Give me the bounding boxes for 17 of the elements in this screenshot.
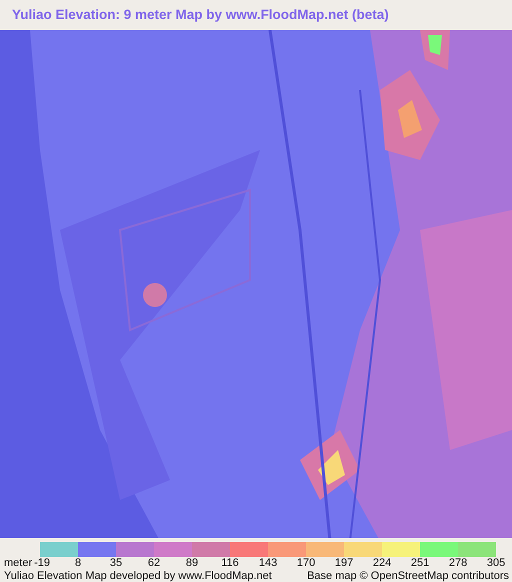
tick-label: 62: [146, 557, 162, 570]
tick-label: 305: [486, 557, 506, 570]
tick-label: 278: [448, 557, 468, 570]
tick-label: -19: [34, 557, 50, 570]
tick-label: 224: [372, 557, 392, 570]
tick-label: 35: [108, 557, 124, 570]
credit-text: Yuliao Elevation Map developed by www.FloodMap.net: [4, 570, 272, 582]
unit-label: meter: [4, 557, 32, 570]
tick-label: 89: [184, 557, 200, 570]
tick-label: 116: [220, 557, 240, 570]
tick-label: 170: [296, 557, 316, 570]
tick-label: 197: [334, 557, 354, 570]
tick-label: 251: [410, 557, 430, 570]
tick-label: 8: [74, 557, 82, 570]
tick-label: 143: [258, 557, 278, 570]
attribution-text: Base map © OpenStreetMap contributors: [307, 570, 509, 582]
map-title: Yuliao Elevation: 9 meter Map by www.FloodMap.net (beta): [11, 6, 390, 24]
